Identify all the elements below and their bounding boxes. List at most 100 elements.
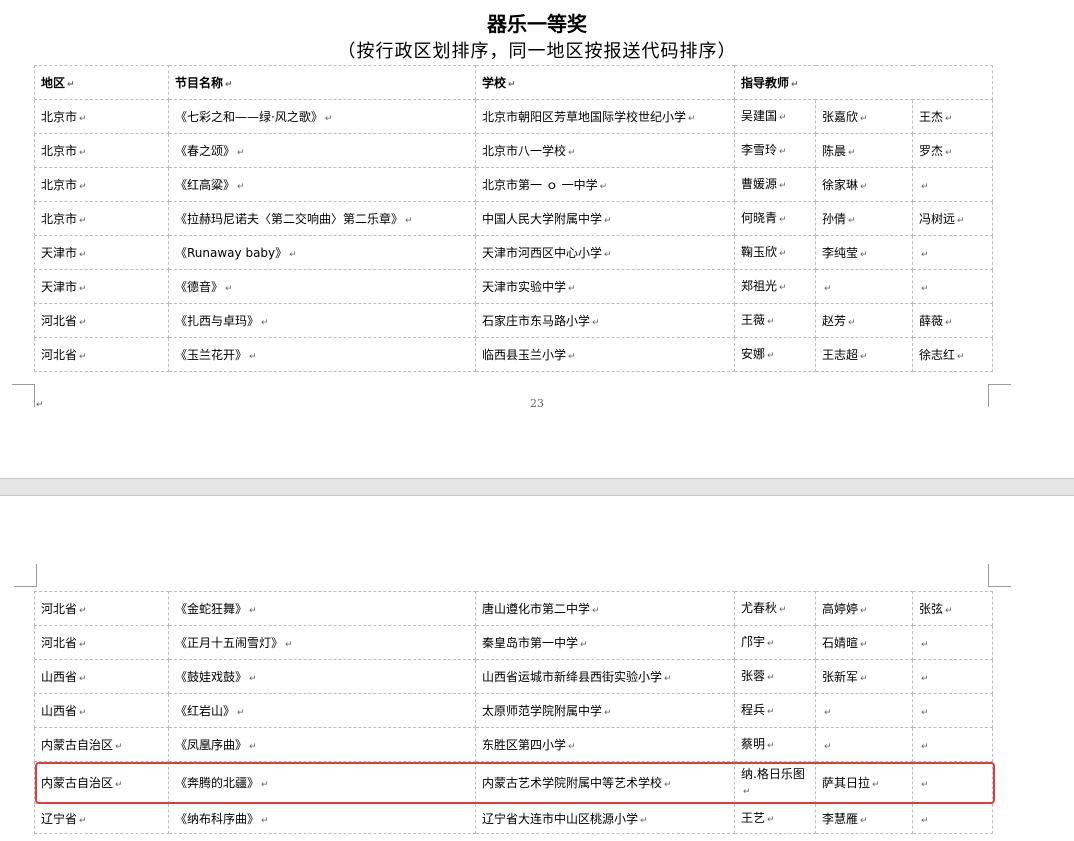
- cell-teacher-2: 王志超 ↵: [815, 337, 913, 372]
- cell-school: 天津市实验中学 ↵: [475, 269, 735, 304]
- table-row: 内蒙古自治区 ↵ 《凤凰序曲》 ↵ 东胜区第四小学 ↵ 蔡明 ↵ ↵ ↵: [34, 727, 993, 762]
- cell-teacher-3: ↵: [912, 761, 993, 804]
- cell-program: 《正月十五闹雪灯》 ↵: [168, 625, 476, 660]
- cell-school: 太原师范学院附属中学 ↵: [475, 693, 735, 728]
- cell-teacher-2: 李慧雁 ↵: [815, 803, 913, 834]
- cell-teacher-2: 赵芳 ↵: [815, 303, 913, 338]
- crop-mark-top-left: [14, 564, 37, 587]
- cell-teacher-3: ↵: [912, 727, 993, 762]
- table-row: 山西省 ↵ 《红岩山》 ↵ 太原师范学院附属中学 ↵ 程兵 ↵ ↵ ↵: [34, 693, 993, 728]
- page-number: 23: [530, 397, 544, 410]
- cell-region: 山西省 ↵: [34, 659, 169, 694]
- cell-region: 天津市 ↵: [34, 269, 169, 304]
- table-row: 河北省 ↵ 《玉兰花开》 ↵ 临西县玉兰小学 ↵ 安娜 ↵ 王志超 ↵ 徐志红 ↵: [34, 337, 993, 372]
- document-subtitle: （按行政区划排序，同一地区按报送代码排序）: [337, 41, 737, 62]
- cell-teacher-3: ↵: [912, 693, 993, 728]
- cell-region: 内蒙古自治区 ↵: [34, 761, 169, 804]
- cell-teacher-1: 王薇 ↵: [734, 303, 816, 338]
- cell-teacher-2: 李纯莹 ↵: [815, 235, 913, 270]
- cell-program: 《拉赫玛尼诺夫〈第二交响曲〉第二乐章》 ↵: [168, 201, 476, 236]
- cell-teacher-3: 薛薇 ↵: [912, 303, 993, 338]
- cell-program: 《扎西与卓玛》 ↵: [168, 303, 476, 338]
- cell-teacher-3: 张弦 ↵: [912, 591, 993, 626]
- cell-teacher-3: 冯树远 ↵: [912, 201, 993, 236]
- cell-program: 《Runaway baby》 ↵: [168, 235, 476, 270]
- cell-teacher-3: 王杰 ↵: [912, 99, 993, 134]
- cell-teacher-1: 纳.格日乐图↵: [734, 761, 816, 804]
- cell-region: 天津市 ↵: [34, 235, 169, 270]
- table-row: 内蒙古自治区 ↵ 《奔腾的北疆》 ↵ 内蒙古艺术学院附属中等艺术学校 ↵ 纳.格日乐图↵ 萨其…: [34, 761, 993, 804]
- table-row: 辽宁省 ↵ 《纳布科序曲》 ↵ 辽宁省大连市中山区桃源小学 ↵ 王艺 ↵ 李慧雁 ↵ ↵: [34, 803, 993, 834]
- cell-region: 北京市 ↵: [34, 99, 169, 134]
- cell-region: 北京市 ↵: [34, 133, 169, 168]
- cell-region: 内蒙古自治区 ↵: [34, 727, 169, 762]
- cell-program: 《七彩之和——绿·风之歌》 ↵: [168, 99, 476, 134]
- cell-teacher-2: ↵: [815, 693, 913, 728]
- cell-teacher-3: ↵: [912, 167, 993, 202]
- awards-table-page-1: 地区 ↵ 节目名称 ↵ 学校 ↵ 指导教师 ↵ 北京市 ↵ 《七彩之和——绿·风之歌》 ↵ 北京…: [34, 65, 993, 372]
- cell-teacher-3: ↵: [912, 235, 993, 270]
- cell-teacher-3: ↵: [912, 659, 993, 694]
- cell-teacher-1: 王艺 ↵: [734, 803, 816, 834]
- cell-teacher-2: 张嘉欣 ↵: [815, 99, 913, 134]
- table-row: 北京市 ↵ 《春之颂》 ↵ 北京市八一学校 ↵ 李雪玲 ↵ 陈晨 ↵ 罗杰 ↵: [34, 133, 993, 168]
- cell-region: 北京市 ↵: [34, 167, 169, 202]
- cell-teacher-2: 萨其日拉 ↵: [815, 761, 913, 804]
- cell-school: 辽宁省大连市中山区桃源小学 ↵: [475, 803, 735, 834]
- cell-program: 《春之颂》 ↵: [168, 133, 476, 168]
- table-row: 河北省 ↵ 《正月十五闹雪灯》 ↵ 秦皇岛市第一中学 ↵ 邝宇 ↵ 石婧暄 ↵ ↵: [34, 625, 993, 660]
- cell-teacher-1: 邝宇 ↵: [734, 625, 816, 660]
- cell-teacher-1: 郑祖光 ↵: [734, 269, 816, 304]
- cell-program: 《奔腾的北疆》 ↵: [168, 761, 476, 804]
- cell-teacher-1: 曹媛源 ↵: [734, 167, 816, 202]
- table-row: 天津市 ↵ 《Runaway baby》 ↵ 天津市河西区中心小学 ↵ 鞠玉欣 ↵ 李纯莹 ↵ ↵: [34, 235, 993, 270]
- crop-mark-top-right: [988, 564, 1011, 587]
- cell-teacher-2: 高婷婷 ↵: [815, 591, 913, 626]
- cell-school: 临西县玉兰小学 ↵: [475, 337, 735, 372]
- document-title: 器乐一等奖: [487, 12, 587, 36]
- cell-teacher-2: 陈晨 ↵: [815, 133, 913, 168]
- cell-school: 内蒙古艺术学院附属中等艺术学校 ↵: [475, 761, 735, 804]
- cell-school: 中国人民大学附属中学 ↵: [475, 201, 735, 236]
- cell-teacher-1: 尤春秋 ↵: [734, 591, 816, 626]
- table-header-row: 地区 ↵ 节目名称 ↵ 学校 ↵ 指导教师 ↵: [34, 65, 993, 100]
- header-teachers: 指导教师 ↵: [734, 65, 993, 100]
- page-separator: [0, 478, 1074, 496]
- cell-teacher-2: 石婧暄 ↵: [815, 625, 913, 660]
- crop-mark-bottom-right: [988, 384, 1011, 407]
- awards-table-page-2: 河北省 ↵ 《金蛇狂舞》 ↵ 唐山遵化市第二中学 ↵ 尤春秋 ↵ 高婷婷 ↵ 张弦 ↵ 河北省 ↵ 《正月十…: [34, 591, 993, 834]
- cell-program: 《金蛇狂舞》 ↵: [168, 591, 476, 626]
- cell-teacher-2: ↵: [815, 727, 913, 762]
- cell-school: 北京市八一学校 ↵: [475, 133, 735, 168]
- cell-teacher-3: ↵: [912, 269, 993, 304]
- cell-region: 河北省 ↵: [34, 625, 169, 660]
- cell-school: 石家庄市东马路小学 ↵: [475, 303, 735, 338]
- table-row: 河北省 ↵ 《扎西与卓玛》 ↵ 石家庄市东马路小学 ↵ 王薇 ↵ 赵芳 ↵ 薛薇 ↵: [34, 303, 993, 338]
- cell-teacher-2: ↵: [815, 269, 913, 304]
- cell-teacher-3: ↵: [912, 625, 993, 660]
- header-region: 地区 ↵: [34, 65, 169, 100]
- cell-teacher-1: 安娜 ↵: [734, 337, 816, 372]
- header-program: 节目名称 ↵: [168, 65, 476, 100]
- cell-teacher-2: 徐家琳 ↵: [815, 167, 913, 202]
- table-row: 北京市 ↵ 《红高粱》 ↵ 北京市第一 ｏ 一中学 ↵ 曹媛源 ↵ 徐家琳 ↵ ↵: [34, 167, 993, 202]
- cell-region: 山西省 ↵: [34, 693, 169, 728]
- cell-teacher-1: 李雪玲 ↵: [734, 133, 816, 168]
- cell-teacher-2: 孙倩 ↵: [815, 201, 913, 236]
- cell-program: 《红岩山》 ↵: [168, 693, 476, 728]
- cell-school: 秦皇岛市第一中学 ↵: [475, 625, 735, 660]
- cell-teacher-2: 张新军 ↵: [815, 659, 913, 694]
- cell-program: 《德音》 ↵: [168, 269, 476, 304]
- cell-teacher-3: ↵: [912, 803, 993, 834]
- table-row: 北京市 ↵ 《拉赫玛尼诺夫〈第二交响曲〉第二乐章》 ↵ 中国人民大学附属中学 ↵ 何晓青 ↵ 孙…: [34, 201, 993, 236]
- cell-teacher-3: 徐志红 ↵: [912, 337, 993, 372]
- cell-region: 河北省 ↵: [34, 337, 169, 372]
- table-row: 河北省 ↵ 《金蛇狂舞》 ↵ 唐山遵化市第二中学 ↵ 尤春秋 ↵ 高婷婷 ↵ 张弦 ↵: [34, 591, 993, 626]
- cell-school: 天津市河西区中心小学 ↵: [475, 235, 735, 270]
- table-row: 天津市 ↵ 《德音》 ↵ 天津市实验中学 ↵ 郑祖光 ↵ ↵ ↵: [34, 269, 993, 304]
- document-page-1: 器乐一等奖 （按行政区划排序，同一地区按报送代码排序） 地区 ↵ 节目名称 ↵ 学校…: [0, 0, 1074, 478]
- crop-mark-bottom-left: [12, 384, 35, 407]
- cell-program: 《纳布科序曲》 ↵: [168, 803, 476, 834]
- header-school: 学校 ↵: [475, 65, 735, 100]
- cell-school: 东胜区第四小学 ↵: [475, 727, 735, 762]
